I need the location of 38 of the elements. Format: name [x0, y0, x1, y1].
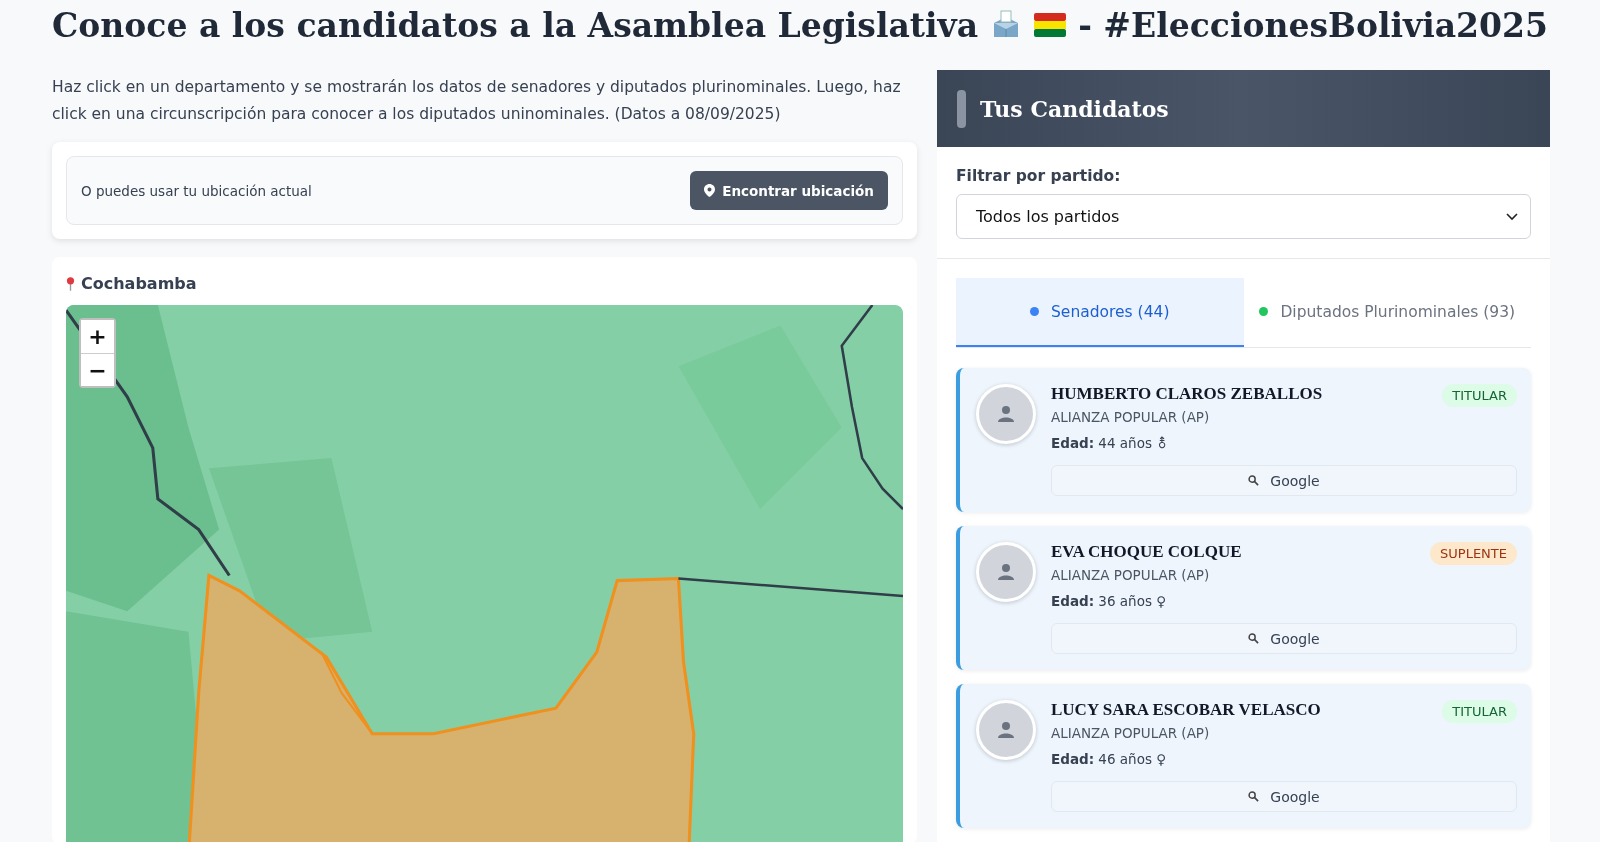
zoom-out-button[interactable]: − — [81, 353, 114, 386]
filter-label: Filtrar por partido: — [956, 167, 1122, 185]
party-select[interactable]: Todos los partidos — [956, 194, 1531, 239]
google-search-button[interactable]: Google — [1051, 781, 1517, 812]
page-title: Conoce a los candidatos a la Asamblea Legislativa — [52, 5, 979, 45]
google-search-button[interactable]: Google — [1051, 465, 1517, 496]
role-badge: TITULAR — [1442, 384, 1517, 407]
person-icon — [996, 562, 1016, 582]
tab[interactable]: Senadores (44) — [956, 278, 1244, 347]
search-icon — [1248, 633, 1260, 644]
find-location-button[interactable]: Encontrar ubicación — [690, 171, 888, 210]
age-text: Edad: 36 años ♀ — [1051, 593, 1168, 609]
role-badge: SUPLENTE — [1430, 542, 1517, 565]
intro-text: Haz click en un departamento y se mostrarán los datos de senadores y diputados plurinominales. Luego, haz click en una circunscripción para conocer a los diputados uninominales. (Datos a 08/09/2025) — [52, 77, 902, 125]
tab[interactable]: Diputados Plurinominales (93) — [1243, 278, 1531, 347]
location-hint: O puedes usar tu ubicación actual — [81, 182, 312, 199]
chevron-down-icon — [1506, 212, 1518, 221]
age-text: Edad: 46 años ♀ — [1051, 751, 1168, 767]
search-icon — [1248, 475, 1260, 486]
pushpin-icon — [66, 276, 75, 291]
party-name: ALIANZA POPULAR (AP) — [1051, 567, 1211, 583]
person-icon — [996, 404, 1016, 424]
role-badge: TITULAR — [1442, 700, 1517, 723]
party-name: ALIANZA POPULAR (AP) — [1051, 409, 1211, 425]
google-search-button[interactable]: Google — [1051, 623, 1517, 654]
search-icon — [1248, 791, 1260, 802]
hashtag-text: - #EleccionesBolivia2025 — [1078, 5, 1548, 45]
flag-icon — [1034, 13, 1067, 37]
person-icon — [996, 720, 1016, 740]
age-text: Edad: 44 años ⚨ — [1051, 435, 1169, 451]
candidate-name: EVA CHOQUE COLQUE — [1051, 542, 1242, 562]
header-accent — [957, 89, 966, 128]
candidate-name: LUCY SARA ESCOBAR VELASCO — [1051, 700, 1321, 720]
panel-title: Tus Candidatos — [980, 95, 1169, 122]
department-name: Cochabamba — [81, 274, 197, 293]
party-name: ALIANZA POPULAR (AP) — [1051, 725, 1211, 741]
candidate-name: HUMBERTO CLAROS ZEBALLOS — [1051, 384, 1323, 404]
map-pin-icon — [704, 184, 716, 197]
